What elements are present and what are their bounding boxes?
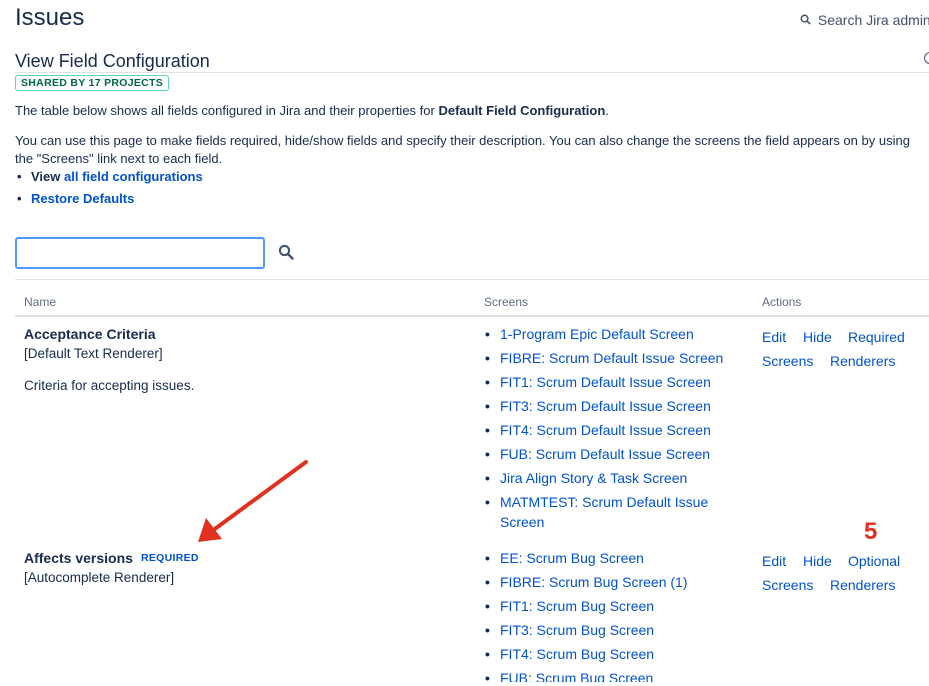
all-field-configurations-link[interactable]: all field configurations <box>64 169 203 184</box>
screen-item: FIBRE: Scrum Default Issue Screen <box>484 348 734 368</box>
screen-link[interactable]: FIT3: Scrum Bug Screen <box>500 622 654 638</box>
screen-link[interactable]: FIT1: Scrum Bug Screen <box>500 598 654 614</box>
screen-item: FIT1: Scrum Bug Screen <box>484 596 734 616</box>
field-name: Acceptance Criteria <box>24 326 156 342</box>
screen-link[interactable]: FIT4: Scrum Bug Screen <box>500 646 654 662</box>
hide-link[interactable]: Hide <box>803 553 832 569</box>
column-header-name: Name <box>24 295 57 309</box>
screens-list: EE: Scrum Bug Screen FIBRE: Scrum Bug Sc… <box>484 548 734 686</box>
screen-link[interactable]: 1-Program Epic Default Screen <box>500 326 694 342</box>
field-renderer: [Autocomplete Renderer] <box>24 570 175 585</box>
screen-link[interactable]: FUB: Scrum Bug Screen <box>500 670 653 682</box>
search-icon <box>800 12 814 28</box>
screens-list: 1-Program Epic Default Screen FIBRE: Scr… <box>484 324 734 536</box>
screen-link[interactable]: FIT3: Scrum Default Issue Screen <box>500 398 711 414</box>
field-filter-input[interactable] <box>15 237 265 269</box>
renderers-link[interactable]: Renderers <box>830 577 895 593</box>
screen-link[interactable]: MATMTEST: Scrum Default Issue Screen <box>500 494 708 530</box>
screens-link[interactable]: Screens <box>762 353 813 369</box>
screen-item: FIT4: Scrum Default Issue Screen <box>484 420 734 440</box>
screen-item: MATMTEST: Scrum Default Issue Screen <box>484 492 730 532</box>
screen-link[interactable]: FIBRE: Scrum Bug Screen (1) <box>500 574 688 590</box>
screen-item: EE: Scrum Bug Screen <box>484 548 734 568</box>
screens-link[interactable]: Screens <box>762 577 813 593</box>
screen-item: FIT3: Scrum Bug Screen <box>484 620 734 640</box>
field-description: Criteria for accepting issues. <box>24 378 195 393</box>
required-toggle-link[interactable]: Required <box>848 329 905 345</box>
admin-search-label: Search Jira admin <box>817 12 929 28</box>
table-header-divider <box>15 315 929 317</box>
title-divider <box>15 72 929 73</box>
description-text: You can use this page to make fields req… <box>15 133 910 166</box>
screen-link[interactable]: EE: Scrum Bug Screen <box>500 550 644 566</box>
search-icon[interactable] <box>278 244 296 262</box>
edit-link[interactable]: Edit <box>762 329 786 345</box>
renderers-link[interactable]: Renderers <box>830 353 895 369</box>
screen-link[interactable]: FUB: Scrum Default Issue Screen <box>500 446 710 462</box>
view-configs-item: View all field configurations <box>15 168 203 190</box>
screen-link[interactable]: Jira Align Story & Task Screen <box>500 470 687 486</box>
intro-suffix: . <box>605 103 609 118</box>
screen-item: Jira Align Story & Task Screen <box>484 468 734 488</box>
screen-item: 1-Program Epic Default Screen <box>484 324 734 344</box>
field-renderer: [Default Text Renderer] <box>24 346 163 361</box>
admin-search[interactable]: Search Jira admin <box>800 12 929 28</box>
column-header-screens: Screens <box>484 295 529 309</box>
optional-toggle-link[interactable]: Optional <box>848 553 900 569</box>
hide-link[interactable]: Hide <box>803 329 832 345</box>
restore-defaults-item: Restore Defaults <box>15 190 203 212</box>
intro-prefix: The table below shows all fields configu… <box>15 103 439 118</box>
table-top-divider <box>15 279 929 280</box>
screen-item: FUB: Scrum Default Issue Screen <box>484 444 734 464</box>
page-actions-list: View all field configurations Restore De… <box>15 168 203 212</box>
screen-link[interactable]: FIT4: Scrum Default Issue Screen <box>500 422 711 438</box>
field-name: Affects versions REQUIRED <box>24 550 199 566</box>
screen-item: FIBRE: Scrum Bug Screen (1) <box>484 572 734 592</box>
restore-defaults-link[interactable]: Restore Defaults <box>31 191 134 206</box>
screen-item: FIT1: Scrum Default Issue Screen <box>484 372 734 392</box>
view-prefix: View <box>31 169 65 184</box>
section-title: View Field Configuration <box>15 51 210 71</box>
annotation-number: 5 <box>864 518 878 545</box>
shared-projects-badge[interactable]: SHARED BY 17 PROJECTS <box>15 75 170 91</box>
page-header-title: Issues <box>15 4 85 31</box>
edit-link[interactable]: Edit <box>762 553 786 569</box>
screen-item: FIT4: Scrum Bug Screen <box>484 644 734 664</box>
required-badge: REQUIRED <box>140 552 199 564</box>
help-icon[interactable] <box>924 52 929 64</box>
screen-item: FIT3: Scrum Default Issue Screen <box>484 396 734 416</box>
config-name: Default Field Configuration <box>438 103 606 118</box>
field-name-text: Affects versions <box>24 550 133 566</box>
screen-link[interactable]: FIT1: Scrum Default Issue Screen <box>500 374 711 390</box>
screen-item: FUB: Scrum Bug Screen <box>484 668 734 682</box>
annotation-arrow <box>198 460 308 542</box>
screen-link[interactable]: FIBRE: Scrum Default Issue Screen <box>500 350 723 366</box>
column-header-actions: Actions <box>762 295 802 309</box>
intro-text: The table below shows all fields configu… <box>15 102 925 120</box>
